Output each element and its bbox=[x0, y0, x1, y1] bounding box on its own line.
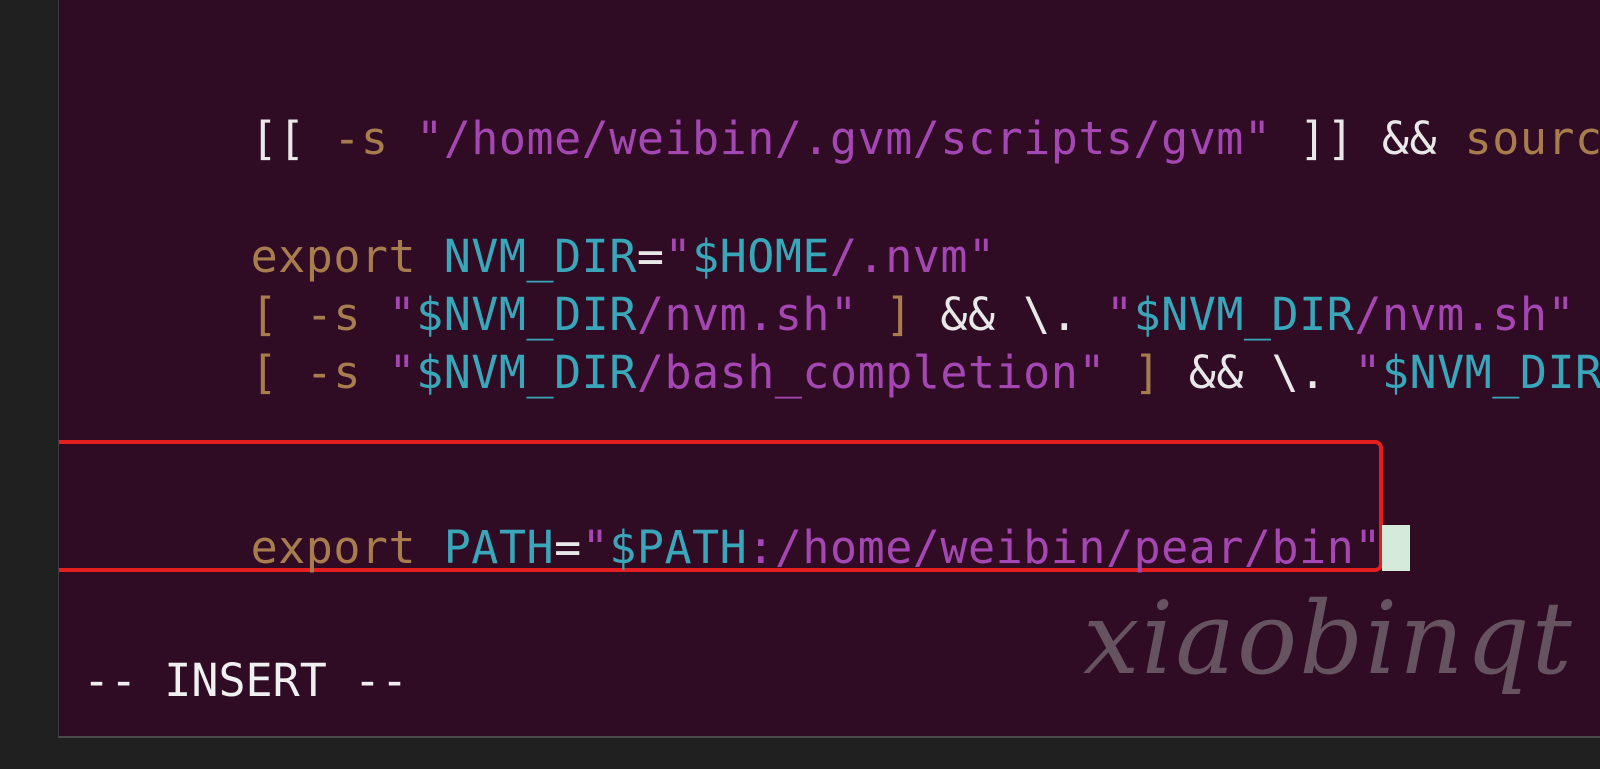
operator: && bbox=[1381, 112, 1465, 165]
variable-ref: $NVM_DIR bbox=[416, 346, 637, 399]
string-literal: "/home/weibin/.gvm/scripts/gvm" bbox=[416, 112, 1272, 165]
vim-mode-indicator: -- INSERT -- bbox=[83, 654, 409, 707]
variable-ref: $NVM_DIR bbox=[1381, 346, 1600, 399]
quote: " bbox=[388, 346, 417, 399]
quote: " bbox=[1078, 346, 1106, 399]
window-frame: [[ -s "/home/weibin/.gvm/scripts/gvm" ]]… bbox=[0, 0, 1600, 769]
equals: = bbox=[554, 521, 582, 574]
bracket-close: ] bbox=[1105, 346, 1189, 399]
path: /bash_completion bbox=[636, 346, 1079, 399]
terminal-editor[interactable]: [[ -s "/home/weibin/.gvm/scripts/gvm" ]]… bbox=[58, 0, 1600, 738]
quote: " bbox=[1354, 346, 1382, 399]
quote: " bbox=[581, 521, 610, 574]
quote: " bbox=[1354, 521, 1382, 574]
code-line-bash-completion: [ -s "$NVM_DIR/bash_completion" ] && \. … bbox=[85, 292, 1600, 454]
flag: -s bbox=[333, 112, 417, 165]
command: source bbox=[1464, 112, 1600, 165]
flag: -s bbox=[305, 346, 389, 399]
variable-name: PATH bbox=[443, 521, 555, 574]
bracket-open: [ bbox=[250, 346, 306, 399]
keyword: export bbox=[250, 521, 444, 574]
text-cursor bbox=[1381, 525, 1410, 571]
bracket-close: ]] bbox=[1271, 112, 1382, 165]
variable-ref: $PATH bbox=[609, 521, 748, 574]
operator: && \. bbox=[1188, 346, 1355, 399]
bracket-open: [[ bbox=[250, 112, 334, 165]
path: :/home/weibin/pear/bin bbox=[747, 521, 1355, 574]
watermark: xiaobinqt bbox=[1083, 580, 1574, 697]
